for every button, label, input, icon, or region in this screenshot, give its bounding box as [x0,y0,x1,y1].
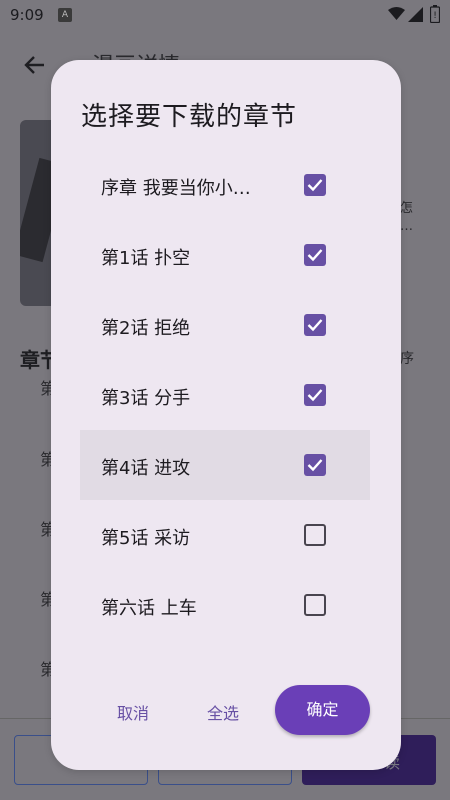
cancel-button[interactable]: 取消 [117,700,149,724]
sort-order-toggle[interactable]: 序 [400,348,414,368]
chapter-label: 序章 我要当你小… [101,178,251,199]
wifi-icon [388,7,405,25]
chapter-checkbox[interactable] [304,384,326,406]
select-all-button[interactable]: 全选 [207,700,239,724]
chapter-checklist: 序章 我要当你小… 第1话 扑空 第2话 拒绝 第3话 分手 第4话 进攻 第5… [80,150,370,640]
chapter-label: 第1话 扑空 [101,248,191,269]
chapter-checkbox[interactable] [304,244,326,266]
check-icon [307,179,323,192]
signal-icon [408,7,423,26]
check-icon [307,389,323,402]
chapter-item[interactable]: 序章 我要当你小… [80,150,370,220]
check-icon [307,319,323,332]
chapter-item[interactable]: 第3话 分手 [80,360,370,430]
chapter-checkbox[interactable] [304,524,326,546]
download-chapters-dialog: 选择要下载的章节 序章 我要当你小… 第1话 扑空 第2话 拒绝 第3话 分手 [51,60,401,770]
chapter-checkbox[interactable] [304,454,326,476]
check-icon [307,459,323,472]
check-icon [307,249,323,262]
confirm-button[interactable]: 确定 [275,685,370,735]
dialog-actions: 取消 全选 确定 [51,684,401,736]
chapter-label: 第六话 上车 [101,598,197,619]
chapter-item-focused[interactable]: 第4话 进攻 [80,430,370,500]
notification-icon: A [58,8,72,22]
chapter-item[interactable]: 第5话 采访 [80,500,370,570]
battery-icon: ! [429,5,441,27]
chapter-label: 第3话 分手 [101,388,191,409]
chapter-checkbox[interactable] [304,174,326,196]
chapter-checkbox[interactable] [304,314,326,336]
chapter-item[interactable]: 第2话 拒绝 [80,290,370,360]
chapter-label: 第4话 进攻 [101,458,191,479]
svg-text:!: ! [433,11,437,21]
back-arrow-icon[interactable] [22,52,48,82]
dialog-title: 选择要下载的章节 [81,102,298,132]
chapter-item[interactable]: 第六话 上车 [80,570,370,640]
status-time: 9:09 [10,6,44,24]
chapter-label: 第2话 拒绝 [101,318,191,339]
comic-description: 怎 … [400,201,414,234]
chapter-checkbox[interactable] [304,594,326,616]
chapter-label: 第5话 采访 [101,528,191,549]
status-bar: 9:09 A ! [0,0,450,30]
chapter-item[interactable]: 第1话 扑空 [80,220,370,290]
